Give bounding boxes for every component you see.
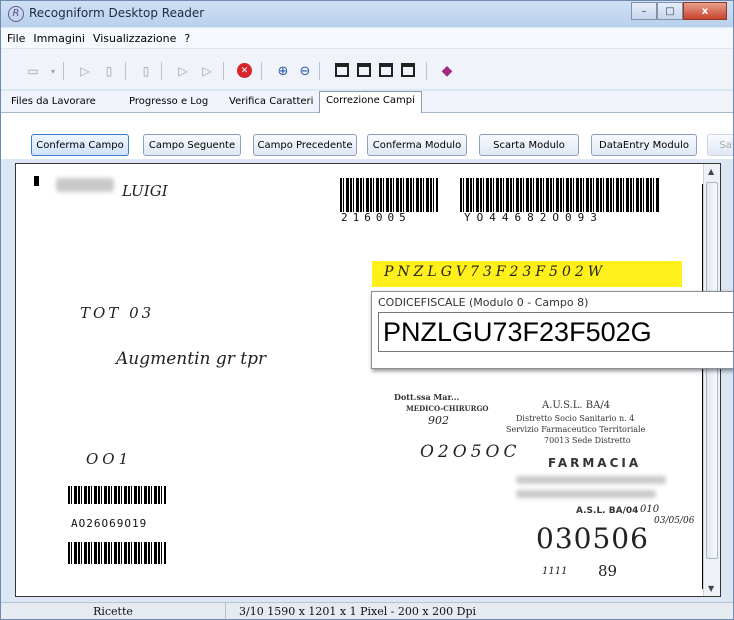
status-image-info: 3/10 1590 x 1201 x 1 Pixel - 200 x 200 D… bbox=[239, 605, 476, 618]
next-page-icon[interactable]: ▷ bbox=[199, 63, 215, 79]
highlighted-field: PNZLGV73F23F502W bbox=[372, 261, 682, 287]
scarta-modulo-button[interactable]: Scarta Modulo bbox=[479, 134, 579, 156]
barcode-3 bbox=[68, 486, 166, 504]
scan-icon[interactable]: ▷ bbox=[77, 63, 93, 79]
zoom-out-icon[interactable]: ⊖ bbox=[297, 63, 313, 79]
corner-mark bbox=[34, 176, 39, 186]
asl-title: A.U.S.L. BA/4 bbox=[542, 400, 611, 411]
page-icon[interactable]: ▯ bbox=[101, 63, 117, 79]
toolbar-separator bbox=[161, 62, 162, 80]
field-correction-popup: CODICEFISCALE (Modulo 0 - Campo 8) PNZLG… bbox=[371, 291, 733, 369]
farmacia-label: FARMACIA bbox=[548, 456, 642, 470]
toolbar-separator bbox=[261, 62, 262, 80]
bottom-left-mark: 1111 bbox=[542, 566, 568, 577]
menu-immagini[interactable]: Immagini bbox=[33, 32, 84, 45]
action-buttons-row: Conferma Campo Campo Seguente Campo Prec… bbox=[1, 113, 733, 159]
barcode-1 bbox=[340, 178, 438, 212]
fit-page-icon[interactable] bbox=[335, 63, 349, 77]
redacted-name bbox=[56, 178, 114, 192]
title-bar[interactable]: R Recogniform Desktop Reader – □ x bbox=[1, 1, 733, 27]
campo-seguente-button[interactable]: Campo Seguente bbox=[143, 134, 241, 156]
redacted-address-2 bbox=[516, 490, 656, 498]
doctor-stamp-title: MEDICO-CHIRURGO bbox=[406, 404, 489, 413]
status-module-name: Ricette bbox=[1, 603, 226, 619]
asl-ba04-label: A.S.L. BA/04 bbox=[576, 506, 639, 516]
toolbar: ▭ ▾ ▷ ▯ ▯ ▷ ▷ ✕ ⊕ ⊖ ◆ bbox=[1, 49, 733, 89]
minimize-button[interactable]: – bbox=[631, 2, 657, 20]
scroll-up-icon[interactable]: ▲ bbox=[708, 167, 714, 176]
app-window: R Recogniform Desktop Reader – □ x File … bbox=[0, 0, 734, 620]
highlighted-field-text: PNZLGV73F23F502W bbox=[384, 264, 607, 280]
tab-verifica-caratteri[interactable]: Verifica Caratteri bbox=[223, 93, 319, 113]
codice-fiscale-input[interactable]: PNZLGU73F23F502G bbox=[378, 312, 733, 352]
dropdown-icon[interactable]: ▾ bbox=[45, 63, 61, 79]
scrollbar-thumb[interactable] bbox=[706, 182, 718, 559]
tab-files-da-lavorare[interactable]: Files da Lavorare bbox=[5, 93, 102, 113]
barcode-3-text: AO26O69O19 bbox=[71, 517, 148, 530]
maximize-button[interactable]: □ bbox=[657, 2, 683, 20]
tab-progresso-e-log[interactable]: Progresso e Log bbox=[123, 93, 214, 113]
conferma-modulo-button[interactable]: Conferma Modulo bbox=[367, 134, 467, 156]
barcode-4 bbox=[68, 542, 166, 564]
actual-size-icon[interactable] bbox=[401, 63, 415, 77]
fit-height-icon[interactable] bbox=[379, 63, 393, 77]
toolbar-separator bbox=[319, 62, 320, 80]
doctor-stamp-name: Dott.ssa Mar... bbox=[394, 392, 460, 402]
barcode-2-number: YO44682O093 bbox=[464, 211, 603, 224]
fit-width-icon[interactable] bbox=[357, 63, 371, 77]
toolbar-separator bbox=[426, 62, 427, 80]
conferma-campo-button[interactable]: Conferma Campo bbox=[31, 134, 129, 156]
barcode-2 bbox=[460, 178, 660, 212]
doctor-stamp-number: 902 bbox=[428, 414, 449, 427]
handwritten-tot: TOT 03 bbox=[80, 304, 155, 322]
prev-page-icon[interactable]: ▷ bbox=[175, 63, 191, 79]
asl-line-3: Servizio Farmaceutico Territoriale bbox=[506, 425, 646, 434]
bottom-number: 89 bbox=[598, 562, 618, 580]
menu-bar: File Immagini Visualizzazione ? bbox=[1, 28, 733, 48]
asl-line-2: Distretto Socio Sanitario n. 4 bbox=[516, 414, 635, 423]
window-controls: – □ x bbox=[631, 2, 727, 22]
close-button[interactable]: x bbox=[683, 2, 727, 20]
asl-line-4: 70013 Sede Distretto bbox=[544, 436, 631, 445]
vertical-scrollbar[interactable]: ▲ ▼ bbox=[703, 164, 720, 596]
menu-visualizzazione[interactable]: Visualizzazione bbox=[93, 32, 176, 45]
handwritten-date-code: O2O5OC bbox=[420, 442, 521, 462]
app-logo-icon: R bbox=[8, 6, 24, 22]
scroll-down-icon[interactable]: ▼ bbox=[708, 584, 714, 593]
tab-correzione-campi[interactable]: Correzione Campi bbox=[319, 91, 422, 114]
status-bar: Ricette 3/10 1590 x 1201 x 1 Pixel - 200… bbox=[1, 602, 733, 619]
popup-caption: CODICEFISCALE (Modulo 0 - Campo 8) bbox=[378, 296, 589, 309]
toolbar-separator bbox=[63, 62, 64, 80]
salva-button[interactable]: Sal bbox=[707, 134, 733, 156]
menu-help[interactable]: ? bbox=[184, 32, 190, 45]
open-icon[interactable]: ▭ bbox=[25, 63, 41, 79]
handwritten-name: LUIGI bbox=[122, 182, 168, 200]
asl-code: 010 bbox=[640, 504, 660, 515]
toolbar-separator bbox=[125, 62, 126, 80]
big-date: 030506 bbox=[536, 522, 649, 555]
redacted-address-1 bbox=[516, 476, 666, 484]
page-copy-icon[interactable]: ▯ bbox=[138, 63, 154, 79]
campo-precedente-button[interactable]: Campo Precedente bbox=[253, 134, 357, 156]
menu-file[interactable]: File bbox=[7, 32, 25, 45]
stop-icon[interactable]: ✕ bbox=[237, 63, 252, 78]
toolbar-separator bbox=[223, 62, 224, 80]
window-title: Recogniform Desktop Reader bbox=[29, 6, 205, 20]
document-viewer[interactable]: LUIGI 216005 YO44682O093 PNZLGV73F23F502… bbox=[15, 163, 721, 597]
barcode-1-number: 216005 bbox=[341, 211, 411, 224]
zoom-in-icon[interactable]: ⊕ bbox=[275, 63, 291, 79]
book-icon[interactable]: ◆ bbox=[439, 63, 455, 79]
dataentry-modulo-button[interactable]: DataEntry Modulo bbox=[591, 134, 697, 156]
tab-bar: Files da Lavorare Progresso e Log Verifi… bbox=[1, 91, 733, 114]
handwritten-001: OO1 bbox=[86, 450, 133, 468]
handwritten-prescription: Augmentin gr tpr bbox=[116, 349, 267, 369]
small-date: 03/05/06 bbox=[654, 516, 695, 526]
